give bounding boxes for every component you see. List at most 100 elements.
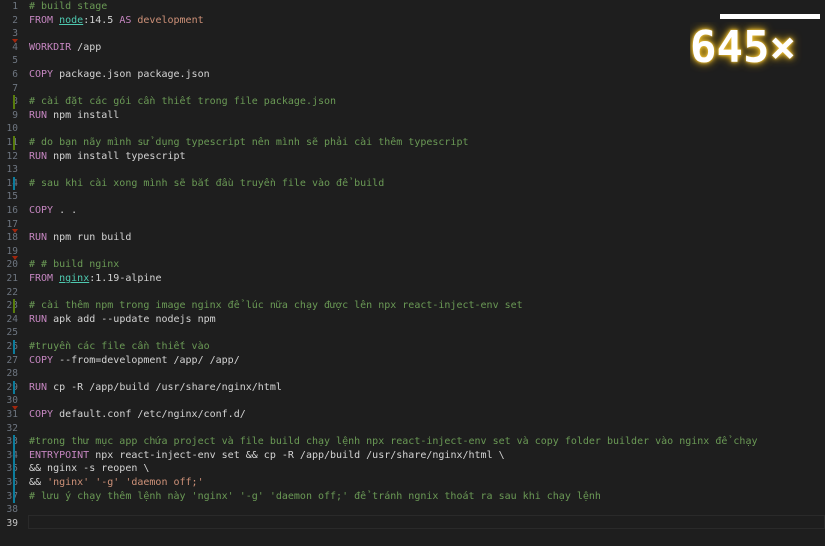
code-line[interactable]: 8 # cài đặt các gói cần thiết trong file … — [0, 95, 825, 109]
code-line[interactable]: 16 COPY . . — [0, 204, 825, 218]
code-token: nginx — [59, 273, 90, 284]
git-change-marker[interactable] — [13, 136, 15, 150]
code-token: /app — [77, 41, 102, 53]
code-line[interactable]: 18 RUN npm run build — [0, 229, 825, 245]
line-number: 21 — [6, 273, 18, 284]
line-number: 4 — [12, 41, 18, 53]
code-token: npm install — [53, 109, 120, 121]
code-token: npm run build — [53, 232, 132, 244]
code-line[interactable]: 33 #trong thư mục app chứa project và fil… — [0, 435, 825, 449]
code-line[interactable]: 13 — [0, 163, 825, 177]
code-line[interactable]: 7 — [0, 82, 825, 96]
code-text: # do bạn nãy mình sử dụng typescript nên… — [29, 136, 469, 150]
line-number: 27 — [6, 354, 18, 366]
code-line[interactable]: 25 — [0, 326, 825, 340]
code-text: COPY --from=development /app/ /app/ — [29, 354, 240, 368]
line-number: 32 — [6, 422, 18, 434]
code-line[interactable]: 28 — [0, 367, 825, 381]
code-line[interactable]: 32 — [0, 422, 825, 436]
code-line[interactable]: 31 COPY default.conf /etc/nginx/conf.d/ — [0, 406, 825, 422]
code-token: RUN — [29, 313, 54, 325]
code-line[interactable]: 14 # sau khi cài xong mình sẽ bắt đầu tru… — [0, 176, 825, 191]
line-number: 36 — [0, 476, 18, 490]
code-text: # # build nginx — [29, 258, 119, 272]
line-number: 26 — [0, 340, 18, 354]
code-token: npm install typescript — [53, 150, 186, 162]
code-text: RUN apk add --update nodejs npm — [29, 313, 216, 327]
code-token: # # build nginx — [29, 259, 120, 271]
code-line[interactable]: 1 # build stage — [0, 0, 825, 14]
code-line[interactable]: 20 # # build nginx — [0, 256, 825, 272]
line-number: 22 — [6, 286, 18, 298]
code-line[interactable]: 37 # lưu ý chạy thêm lệnh này 'nginx' '-g… — [0, 489, 825, 504]
line-number: 24 — [6, 313, 18, 325]
git-change-marker[interactable] — [13, 489, 15, 504]
code-line[interactable]: 21 FROM nginx:1.19-alpine — [0, 272, 825, 286]
git-change-marker[interactable] — [13, 435, 15, 449]
code-editor[interactable]: 1 # build stage 2 FROM node:14.5 AS develop… — [0, 0, 825, 546]
code-line[interactable]: 10 — [0, 122, 825, 136]
git-change-marker[interactable] — [13, 380, 15, 395]
line-number: 12 — [6, 150, 18, 162]
line-number: 38 — [6, 504, 18, 516]
code-line[interactable]: 19 — [0, 245, 825, 259]
code-token: RUN — [29, 232, 54, 244]
code-token: COPY — [29, 409, 60, 420]
code-line[interactable]: 35 && nginx -s reopen \ — [0, 462, 825, 476]
overlay-badge: 645× — [690, 22, 796, 73]
code-token: development — [137, 14, 204, 26]
code-token: #truyền các file cần thiết vào — [29, 341, 210, 352]
code-token: RUN — [29, 150, 54, 162]
git-change-marker[interactable] — [13, 462, 15, 476]
code-line[interactable]: 22 — [0, 286, 825, 300]
git-change-marker[interactable] — [13, 340, 15, 354]
git-change-marker[interactable] — [13, 176, 15, 191]
code-token: node — [59, 14, 84, 26]
code-text: && nginx -s reopen \ — [29, 462, 149, 476]
code-line[interactable]: 29 RUN cp -R /app/build /usr/share/nginx/… — [0, 380, 825, 395]
git-deletion-marker[interactable] — [12, 256, 18, 261]
code-token: . . — [59, 205, 78, 216]
code-line[interactable]: 27 COPY --from=development /app/ /app/ — [0, 354, 825, 368]
git-change-marker[interactable] — [13, 476, 15, 490]
code-line[interactable]: 34 ENTRYPOINT npx react-inject-env set &&… — [0, 448, 825, 463]
code-token: AS — [119, 14, 138, 26]
line-number: 33 — [0, 435, 18, 449]
git-change-marker[interactable] — [13, 95, 15, 109]
code-token: COPY — [29, 354, 60, 366]
git-deletion-marker[interactable] — [12, 229, 18, 234]
code-text: COPY default.conf /etc/nginx/conf.d/ — [29, 408, 246, 422]
git-deletion-marker[interactable] — [12, 406, 18, 410]
line-number: 39 — [6, 517, 18, 529]
code-line[interactable]: 26 #truyền các file cần thiết vào — [0, 340, 825, 354]
line-number: 31 — [6, 409, 18, 420]
line-number: 18 — [6, 232, 18, 244]
code-token: COPY — [29, 69, 60, 80]
line-number: 20 — [6, 259, 18, 271]
code-line[interactable]: 23 # cài thêm npm trong image nginx để lú… — [0, 299, 825, 313]
code-text: WORKDIR /app — [29, 41, 101, 55]
code-token: 'nginx' '-g' 'daemon off;' — [47, 477, 204, 488]
line-number: 28 — [6, 368, 18, 380]
code-token: :14.5 — [83, 14, 120, 26]
code-line[interactable]: 9 RUN npm install — [0, 109, 825, 123]
code-text: # build stage — [29, 0, 107, 14]
code-text: ENTRYPOINT npx react-inject-env set && c… — [29, 449, 505, 463]
git-deletion-marker[interactable] — [12, 38, 18, 43]
code-token: WORKDIR — [29, 41, 78, 53]
code-line[interactable]: 11 # do bạn nãy mình sử dụng typescript n… — [0, 136, 825, 150]
code-line[interactable]: 12 RUN npm install typescript — [0, 150, 825, 164]
code-line[interactable]: 30 — [0, 394, 825, 408]
code-text: FROM node:14.5 AS development — [29, 14, 204, 28]
code-token: # cài đặt các gói cần thiết trong file p… — [29, 96, 337, 108]
git-change-marker[interactable] — [13, 448, 15, 463]
git-change-marker[interactable] — [13, 299, 15, 313]
code-line[interactable]: 24 RUN apk add --update nodejs npm — [0, 313, 825, 327]
code-token: package.json package.json — [59, 69, 210, 80]
code-text: #trong thư mục app chứa project và file … — [29, 435, 757, 449]
code-line[interactable]: 36 && 'nginx' '-g' 'daemon off;' — [0, 476, 825, 490]
code-text: # cài thêm npm trong image nginx để lúc … — [29, 299, 523, 313]
code-token: ENTRYPOINT — [29, 449, 96, 461]
code-line[interactable]: 17 — [0, 218, 825, 232]
code-line[interactable]: 15 — [0, 190, 825, 204]
